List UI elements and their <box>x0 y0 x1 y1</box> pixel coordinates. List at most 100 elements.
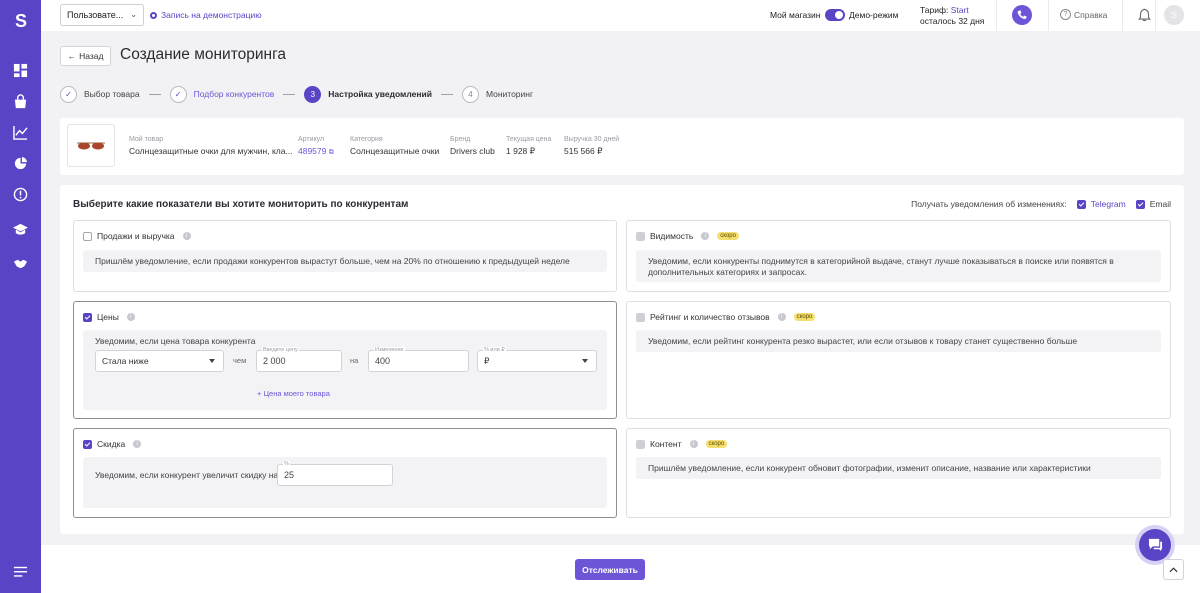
field-label: Текущая цена <box>506 136 552 143</box>
input-value: 400 <box>375 356 391 366</box>
field-label: Категория <box>350 136 383 143</box>
prices-box[interactable]: Цены i Уведомим, если цена товара конкур… <box>73 301 617 419</box>
step-number: 4 <box>461 85 479 103</box>
user-select-value: Пользовате... <box>67 10 124 20</box>
notify-label: Получать уведомления об изменениях: <box>911 199 1067 209</box>
back-button[interactable]: ← Назад <box>60 46 111 66</box>
change-input[interactable]: Изменение 400 <box>368 347 469 372</box>
step-label: Мониторинг <box>485 89 534 99</box>
demo-record-label: Запись на демонстрацию <box>161 10 262 20</box>
info-icon[interactable]: i <box>689 440 698 448</box>
track-button[interactable]: Отслеживать <box>575 559 645 580</box>
rating-checkbox <box>636 312 645 322</box>
dashboard-icon[interactable] <box>12 62 29 79</box>
divider <box>1122 0 1123 31</box>
sunglasses-icon <box>77 142 105 149</box>
category-field: Категория Солнцезащитные очки <box>350 136 439 156</box>
info-icon[interactable]: i <box>126 313 135 321</box>
check-icon: ✓ <box>169 85 187 103</box>
sales-description: Пришлём уведомление, если продажи конкур… <box>83 250 607 272</box>
step-4[interactable]: 4 Мониторинг <box>461 85 534 103</box>
pie-icon[interactable] <box>12 155 29 172</box>
discount-box[interactable]: Скидка i Уведомим, если конкурент увелич… <box>73 428 617 518</box>
graduation-icon[interactable] <box>12 221 29 238</box>
brand-field: Бренд Drivers club <box>450 136 495 156</box>
check-icon: ✓ <box>60 85 77 103</box>
product-image[interactable] <box>67 124 115 167</box>
discount-input[interactable]: % 25 <box>277 461 393 486</box>
tariff-days: осталось 32 дня <box>920 16 985 26</box>
visibility-description: Уведомим, если конкуренты поднимутся в к… <box>636 250 1161 282</box>
panel-title: Выберите какие показатели вы хотите мони… <box>73 199 409 210</box>
prices-title: Цены <box>97 312 119 322</box>
discount-header: Скидка i <box>83 439 142 449</box>
step-2[interactable]: ✓ Подбор конкурентов <box>169 85 274 103</box>
sidebar: S <box>0 0 41 593</box>
info-icon[interactable]: i <box>182 232 191 240</box>
prices-intro: Уведомим, если цена товара конкурента <box>95 336 256 346</box>
sales-box[interactable]: Продажи и выручка i Пришлём уведомление,… <box>73 220 617 292</box>
sales-checkbox[interactable] <box>83 231 92 241</box>
scroll-top-button[interactable] <box>1163 559 1184 580</box>
app-logo[interactable]: S <box>13 11 29 31</box>
step-number: 3 <box>304 85 322 103</box>
input-label: Введите цену <box>262 347 299 353</box>
select-value: ₽ <box>484 355 490 366</box>
back-label: Назад <box>79 51 104 61</box>
article-link[interactable]: 489579 ⧉ <box>298 146 334 157</box>
handshake-icon[interactable] <box>12 255 29 272</box>
input-label: Изменение <box>374 347 405 353</box>
field-label: Артикул <box>298 136 325 143</box>
rating-description: Уведомим, если рейтинг конкурента резко … <box>636 330 1161 352</box>
bag-icon[interactable] <box>12 93 29 110</box>
phone-button[interactable] <box>1012 5 1032 25</box>
unit-select[interactable]: % или ₽ ₽ <box>477 347 597 372</box>
visibility-box: Видимость i скоро Уведомим, если конкуре… <box>626 220 1171 292</box>
user-select[interactable]: Пользовате... ⌄ <box>60 4 144 26</box>
info-icon[interactable]: i <box>777 313 786 321</box>
caret-down-icon <box>209 359 215 363</box>
select-value: Стала ниже <box>102 356 149 366</box>
info-icon[interactable]: i <box>133 440 142 448</box>
divider <box>1155 0 1156 31</box>
avatar[interactable]: S <box>1164 5 1184 25</box>
email-checkbox[interactable] <box>1135 199 1145 209</box>
monitoring-settings-panel: Выберите какие показатели вы хотите мони… <box>60 185 1184 534</box>
step-3[interactable]: 3 Настройка уведомлений <box>304 85 432 103</box>
step-label: Выбор товара <box>84 89 140 99</box>
field-label: Мой товар <box>129 136 164 143</box>
price-input[interactable]: Введите цену 2 000 <box>256 347 342 372</box>
field-value: Drivers club <box>450 146 495 156</box>
help-label: Справка <box>1074 9 1108 20</box>
demo-record-link[interactable]: Запись на демонстрацию <box>150 10 262 20</box>
help-link[interactable]: ? Справка <box>1060 9 1107 20</box>
sales-header: Продажи и выручка i <box>83 231 191 241</box>
price-condition-select[interactable]: Стала ниже <box>95 350 224 372</box>
field-value: 515 566 ₽ <box>564 146 603 156</box>
arrow-left-icon: ← <box>67 51 77 61</box>
info-icon[interactable]: i <box>701 232 710 240</box>
demo-mode-toggle[interactable] <box>825 9 845 21</box>
prices-checkbox[interactable] <box>83 312 92 322</box>
telegram-label: Telegram <box>1090 199 1126 209</box>
bell-icon[interactable] <box>1138 8 1151 24</box>
email-label: Email <box>1149 199 1171 209</box>
chat-button[interactable] <box>1139 529 1171 561</box>
step-connector <box>283 93 296 95</box>
tariff-name[interactable]: Start <box>951 5 969 15</box>
external-link-icon: ⧉ <box>328 149 334 156</box>
telegram-checkbox[interactable] <box>1076 199 1086 209</box>
sales-title: Продажи и выручка <box>97 231 175 241</box>
discount-title: Скидка <box>97 439 126 449</box>
chart-icon[interactable] <box>12 124 29 141</box>
rating-box: Рейтинг и количество отзывов i скоро Уве… <box>626 301 1171 419</box>
field-value: Солнцезащитные очки <box>350 146 440 156</box>
revenue-field: Выручка 30 дней 515 566 ₽ <box>564 136 619 157</box>
discount-checkbox[interactable] <box>83 439 92 449</box>
alert-icon[interactable] <box>12 186 29 203</box>
chevron-up-icon <box>1169 566 1178 572</box>
content-checkbox <box>636 439 645 449</box>
step-1[interactable]: ✓ Выбор товара <box>60 85 140 103</box>
menu-icon[interactable] <box>12 563 29 580</box>
my-price-link[interactable]: + Цена моего товара <box>257 389 330 398</box>
